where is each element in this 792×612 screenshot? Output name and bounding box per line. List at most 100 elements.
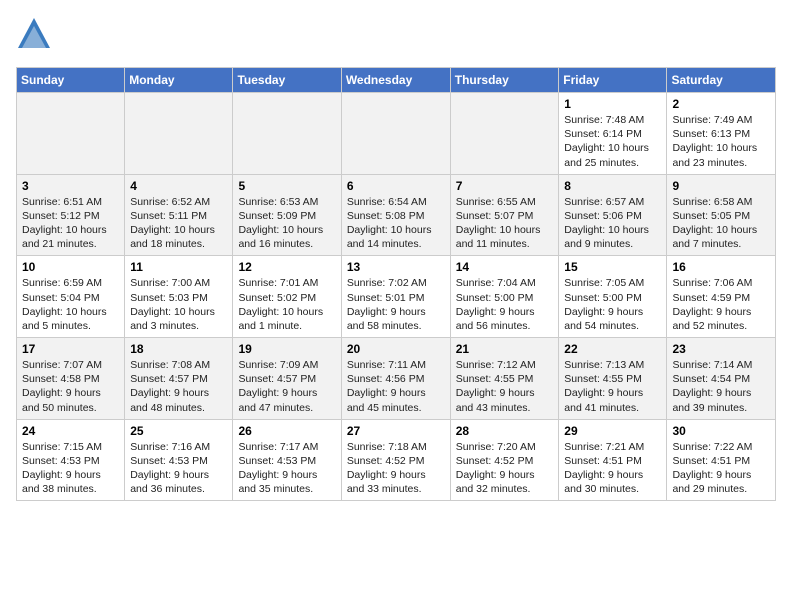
day-info: Sunrise: 7:21 AMSunset: 4:51 PMDaylight:…	[564, 440, 661, 497]
weekday-header-sunday: Sunday	[17, 68, 125, 93]
calendar-day-cell: 30 Sunrise: 7:22 AMSunset: 4:51 PMDayligh…	[667, 419, 776, 501]
day-info: Sunrise: 7:18 AMSunset: 4:52 PMDaylight:…	[347, 440, 445, 497]
day-number: 15	[564, 260, 661, 274]
calendar-day-cell: 1 Sunrise: 7:48 AMSunset: 6:14 PMDaylight…	[559, 93, 667, 175]
day-number: 21	[456, 342, 554, 356]
day-number: 7	[456, 179, 554, 193]
calendar-day-cell: 14 Sunrise: 7:04 AMSunset: 5:00 PMDayligh…	[450, 256, 559, 338]
weekday-header-tuesday: Tuesday	[233, 68, 341, 93]
calendar-week-row: 10 Sunrise: 6:59 AMSunset: 5:04 PMDayligh…	[17, 256, 776, 338]
day-number: 25	[130, 424, 227, 438]
day-info: Sunrise: 7:12 AMSunset: 4:55 PMDaylight:…	[456, 358, 554, 415]
calendar-day-cell: 22 Sunrise: 7:13 AMSunset: 4:55 PMDayligh…	[559, 338, 667, 420]
day-info: Sunrise: 7:05 AMSunset: 5:00 PMDaylight:…	[564, 276, 661, 333]
day-number: 10	[22, 260, 119, 274]
weekday-header-wednesday: Wednesday	[341, 68, 450, 93]
day-number: 16	[672, 260, 770, 274]
day-number: 28	[456, 424, 554, 438]
calendar-day-cell: 21 Sunrise: 7:12 AMSunset: 4:55 PMDayligh…	[450, 338, 559, 420]
calendar-day-cell: 12 Sunrise: 7:01 AMSunset: 5:02 PMDayligh…	[233, 256, 341, 338]
day-info: Sunrise: 6:59 AMSunset: 5:04 PMDaylight:…	[22, 276, 119, 333]
day-number: 8	[564, 179, 661, 193]
weekday-header-saturday: Saturday	[667, 68, 776, 93]
day-info: Sunrise: 6:52 AMSunset: 5:11 PMDaylight:…	[130, 195, 227, 252]
calendar-day-cell: 24 Sunrise: 7:15 AMSunset: 4:53 PMDayligh…	[17, 419, 125, 501]
day-info: Sunrise: 7:04 AMSunset: 5:00 PMDaylight:…	[456, 276, 554, 333]
calendar-day-cell: 15 Sunrise: 7:05 AMSunset: 5:00 PMDayligh…	[559, 256, 667, 338]
calendar-day-cell: 13 Sunrise: 7:02 AMSunset: 5:01 PMDayligh…	[341, 256, 450, 338]
day-info: Sunrise: 7:20 AMSunset: 4:52 PMDaylight:…	[456, 440, 554, 497]
weekday-header-thursday: Thursday	[450, 68, 559, 93]
day-number: 20	[347, 342, 445, 356]
calendar-day-cell: 16 Sunrise: 7:06 AMSunset: 4:59 PMDayligh…	[667, 256, 776, 338]
day-number: 22	[564, 342, 661, 356]
day-number: 4	[130, 179, 227, 193]
day-info: Sunrise: 7:02 AMSunset: 5:01 PMDaylight:…	[347, 276, 445, 333]
day-info: Sunrise: 6:55 AMSunset: 5:07 PMDaylight:…	[456, 195, 554, 252]
day-number: 29	[564, 424, 661, 438]
day-number: 6	[347, 179, 445, 193]
day-info: Sunrise: 7:08 AMSunset: 4:57 PMDaylight:…	[130, 358, 227, 415]
calendar-week-row: 24 Sunrise: 7:15 AMSunset: 4:53 PMDayligh…	[17, 419, 776, 501]
day-info: Sunrise: 6:58 AMSunset: 5:05 PMDaylight:…	[672, 195, 770, 252]
calendar-day-cell: 28 Sunrise: 7:20 AMSunset: 4:52 PMDayligh…	[450, 419, 559, 501]
calendar-day-cell: 27 Sunrise: 7:18 AMSunset: 4:52 PMDayligh…	[341, 419, 450, 501]
day-info: Sunrise: 7:17 AMSunset: 4:53 PMDaylight:…	[238, 440, 335, 497]
calendar-day-cell: 26 Sunrise: 7:17 AMSunset: 4:53 PMDayligh…	[233, 419, 341, 501]
calendar-day-cell: 8 Sunrise: 6:57 AMSunset: 5:06 PMDaylight…	[559, 174, 667, 256]
day-info: Sunrise: 6:57 AMSunset: 5:06 PMDaylight:…	[564, 195, 661, 252]
day-number: 5	[238, 179, 335, 193]
day-info: Sunrise: 6:54 AMSunset: 5:08 PMDaylight:…	[347, 195, 445, 252]
calendar-day-cell: 20Sunrise: 7:11 AMSunset: 4:56 PMDayligh…	[341, 338, 450, 420]
day-number: 23	[672, 342, 770, 356]
day-info: Sunrise: 7:48 AMSunset: 6:14 PMDaylight:…	[564, 113, 661, 170]
calendar-day-cell	[233, 93, 341, 175]
day-number: 19	[238, 342, 335, 356]
calendar-day-cell: 23 Sunrise: 7:14 AMSunset: 4:54 PMDayligh…	[667, 338, 776, 420]
calendar-day-cell	[17, 93, 125, 175]
day-number: 12	[238, 260, 335, 274]
calendar-table: SundayMondayTuesdayWednesdayThursdayFrid…	[16, 67, 776, 501]
calendar-day-cell: 29 Sunrise: 7:21 AMSunset: 4:51 PMDayligh…	[559, 419, 667, 501]
logo	[16, 16, 56, 57]
day-number: 9	[672, 179, 770, 193]
day-number: 13	[347, 260, 445, 274]
day-info: Sunrise: 6:51 AMSunset: 5:12 PMDaylight:…	[22, 195, 119, 252]
day-info: Sunrise: 6:53 AMSunset: 5:09 PMDaylight:…	[238, 195, 335, 252]
day-number: 30	[672, 424, 770, 438]
day-number: 1	[564, 97, 661, 111]
day-info: Sunrise: 7:01 AMSunset: 5:02 PMDaylight:…	[238, 276, 335, 333]
calendar-day-cell: 25 Sunrise: 7:16 AMSunset: 4:53 PMDayligh…	[125, 419, 233, 501]
calendar-day-cell: 18 Sunrise: 7:08 AMSunset: 4:57 PMDayligh…	[125, 338, 233, 420]
day-number: 18	[130, 342, 227, 356]
day-number: 26	[238, 424, 335, 438]
calendar-day-cell: 7 Sunrise: 6:55 AMSunset: 5:07 PMDaylight…	[450, 174, 559, 256]
day-info: Sunrise: 7:13 AMSunset: 4:55 PMDaylight:…	[564, 358, 661, 415]
day-number: 2	[672, 97, 770, 111]
weekday-header-friday: Friday	[559, 68, 667, 93]
calendar-day-cell: 4 Sunrise: 6:52 AMSunset: 5:11 PMDaylight…	[125, 174, 233, 256]
weekday-header-row: SundayMondayTuesdayWednesdayThursdayFrid…	[17, 68, 776, 93]
calendar-day-cell: 6 Sunrise: 6:54 AMSunset: 5:08 PMDaylight…	[341, 174, 450, 256]
day-info: Sunrise: 7:06 AMSunset: 4:59 PMDaylight:…	[672, 276, 770, 333]
day-number: 17	[22, 342, 119, 356]
calendar-day-cell: 19 Sunrise: 7:09 AMSunset: 4:57 PMDayligh…	[233, 338, 341, 420]
day-info: Sunrise: 7:14 AMSunset: 4:54 PMDaylight:…	[672, 358, 770, 415]
day-number: 11	[130, 260, 227, 274]
day-info: Sunrise: 7:16 AMSunset: 4:53 PMDaylight:…	[130, 440, 227, 497]
day-number: 27	[347, 424, 445, 438]
calendar-day-cell	[450, 93, 559, 175]
day-info: Sunrise: 7:07 AMSunset: 4:58 PMDaylight:…	[22, 358, 119, 415]
calendar-week-row: 1 Sunrise: 7:48 AMSunset: 6:14 PMDaylight…	[17, 93, 776, 175]
weekday-header-monday: Monday	[125, 68, 233, 93]
day-info: Sunrise: 7:15 AMSunset: 4:53 PMDaylight:…	[22, 440, 119, 497]
day-number: 14	[456, 260, 554, 274]
calendar-day-cell: 11Sunrise: 7:00 AMSunset: 5:03 PMDayligh…	[125, 256, 233, 338]
calendar-day-cell: 10 Sunrise: 6:59 AMSunset: 5:04 PMDayligh…	[17, 256, 125, 338]
day-info: Sunrise: 7:09 AMSunset: 4:57 PMDaylight:…	[238, 358, 335, 415]
calendar-week-row: 3 Sunrise: 6:51 AMSunset: 5:12 PMDaylight…	[17, 174, 776, 256]
day-number: 3	[22, 179, 119, 193]
day-info: Sunrise: 7:22 AMSunset: 4:51 PMDaylight:…	[672, 440, 770, 497]
calendar-week-row: 17 Sunrise: 7:07 AMSunset: 4:58 PMDayligh…	[17, 338, 776, 420]
day-number: 24	[22, 424, 119, 438]
